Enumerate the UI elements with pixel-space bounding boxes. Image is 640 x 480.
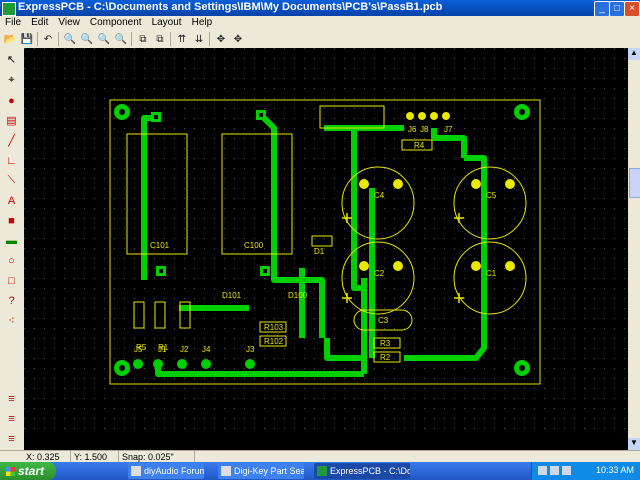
minimize-button[interactable]: _ — [594, 1, 610, 17]
flip-icon[interactable]: ⧉ — [152, 31, 168, 47]
taskbar: start diyAudio Forums - Re... Digi-Key P… — [0, 462, 640, 480]
label-j8: J8 — [420, 125, 429, 134]
move-icon[interactable]: ✥ — [213, 31, 229, 47]
window-title: ExpressPCB - C:\Documents and Settings\I… — [18, 1, 443, 13]
label-c1: C1 — [486, 269, 497, 278]
corner-icon[interactable]: ∟ — [3, 152, 20, 169]
label-r103: R103 — [264, 323, 284, 332]
box-icon[interactable]: □ — [3, 272, 20, 289]
toolbar-separator — [131, 32, 132, 46]
zoom-out-icon[interactable]: 🔍 — [79, 31, 95, 47]
pcb-canvas[interactable]: C101 C100 C4 C5 C2 C1 C3 R4 D1 D101 D100… — [24, 48, 628, 450]
browser-icon — [131, 466, 141, 476]
pointer-icon[interactable]: ↖ — [3, 51, 20, 68]
label-c2: C2 — [374, 269, 385, 278]
expresspcb-icon — [317, 466, 327, 476]
align-top-icon[interactable]: ⇈ — [174, 31, 190, 47]
tray-icon[interactable] — [538, 466, 547, 475]
task-diyaudio[interactable]: diyAudio Forums - Re... — [128, 463, 204, 479]
label-c101: C101 — [150, 241, 170, 250]
place-component-icon[interactable]: ⌖ — [3, 72, 20, 89]
menu-layout[interactable]: Layout — [147, 16, 187, 30]
undo-icon[interactable]: ↶ — [40, 31, 56, 47]
menu-bar: File Edit View Component Layout Help — [0, 16, 640, 30]
scroll-thumb[interactable] — [629, 168, 640, 198]
circle-icon[interactable]: ○ — [3, 252, 20, 269]
start-button[interactable]: start — [0, 462, 56, 480]
filled-square-icon[interactable]: ■ — [3, 212, 20, 229]
label-d100: D100 — [288, 291, 308, 300]
menu-help[interactable]: Help — [187, 16, 218, 30]
toolbar-separator — [209, 32, 210, 46]
label-j5: J5 — [134, 345, 143, 354]
label-c5: C5 — [486, 191, 497, 200]
app-icon — [2, 2, 16, 16]
label-j4: J4 — [202, 345, 211, 354]
rect-icon[interactable]: ▬ — [3, 232, 20, 249]
label-c100: C100 — [244, 241, 264, 250]
toolbar-separator — [37, 32, 38, 46]
volume-icon[interactable] — [562, 466, 571, 475]
label-d101: D101 — [222, 291, 242, 300]
diagonal-icon[interactable]: ⟍ — [3, 172, 20, 189]
close-button[interactable]: × — [624, 1, 640, 17]
label-j6: J6 — [408, 125, 417, 134]
zoom-in-icon[interactable]: 🔍 — [62, 31, 78, 47]
layer-top-icon[interactable]: ≡ — [3, 390, 20, 407]
pan-icon[interactable]: ✥ — [230, 31, 246, 47]
menu-component[interactable]: Component — [85, 16, 147, 30]
rotate-icon[interactable]: ⧉ — [135, 31, 151, 47]
title-bar: ExpressPCB - C:\Documents and Settings\I… — [0, 0, 640, 17]
tray-icon[interactable] — [550, 466, 559, 475]
text-icon[interactable]: A — [3, 192, 20, 209]
layer-bottom-icon[interactable]: ≡ — [3, 410, 20, 427]
label-r2: R2 — [380, 353, 391, 362]
system-tray: 10:33 AM — [531, 462, 640, 480]
trace-icon[interactable]: ╱ — [3, 132, 20, 149]
open-icon[interactable]: 📂 — [2, 31, 18, 47]
menu-view[interactable]: View — [53, 16, 85, 30]
help-icon[interactable]: ? — [3, 292, 20, 309]
zoom-fit-icon[interactable]: 🔍 — [113, 31, 129, 47]
label-j7: J7 — [444, 125, 453, 134]
dots-icon[interactable]: ⁖ — [3, 312, 20, 329]
label-j2: J2 — [180, 345, 189, 354]
scroll-up-icon[interactable]: ▲ — [628, 48, 640, 60]
task-expresspcb[interactable]: ExpressPCB - C:\Docu... — [314, 463, 410, 479]
label-r102: R102 — [264, 337, 284, 346]
vertical-scrollbar[interactable]: ▲ ▼ — [628, 48, 640, 450]
align-bottom-icon[interactable]: ⇊ — [191, 31, 207, 47]
toolbar: 📂 💾 ↶ 🔍 🔍 🔍 🔍 ⧉ ⧉ ⇈ ⇊ ✥ ✥ — [0, 30, 640, 49]
clock: 10:33 AM — [595, 465, 634, 475]
menu-edit[interactable]: Edit — [26, 16, 53, 30]
label-r4: R4 — [414, 141, 425, 150]
label-c3: C3 — [378, 316, 389, 325]
square-pad-icon[interactable]: ▤ — [3, 112, 20, 129]
pad-icon[interactable]: ● — [3, 92, 20, 109]
maximize-button[interactable]: □ — [609, 1, 625, 17]
label-j3: J3 — [246, 345, 255, 354]
save-icon[interactable]: 💾 — [19, 31, 35, 47]
toolbar-separator — [170, 32, 171, 46]
zoom-area-icon[interactable]: 🔍 — [96, 31, 112, 47]
scroll-down-icon[interactable]: ▼ — [628, 438, 640, 450]
toolbar-separator — [58, 32, 59, 46]
windows-flag-icon — [6, 467, 15, 476]
browser-icon — [221, 466, 231, 476]
menu-file[interactable]: File — [0, 16, 26, 30]
layer-silk-icon[interactable]: ≡ — [3, 430, 20, 447]
tool-palette: ↖ ⌖ ● ▤ ╱ ∟ ⟍ A ■ ▬ ○ □ ? ⁖ ≡ ≡ ≡ — [0, 48, 25, 450]
label-j1: J1 — [158, 345, 167, 354]
label-r3: R3 — [380, 339, 391, 348]
task-digikey[interactable]: Digi-Key Part Search ... — [218, 463, 304, 479]
label-c4: C4 — [374, 191, 385, 200]
label-d1: D1 — [314, 247, 325, 256]
